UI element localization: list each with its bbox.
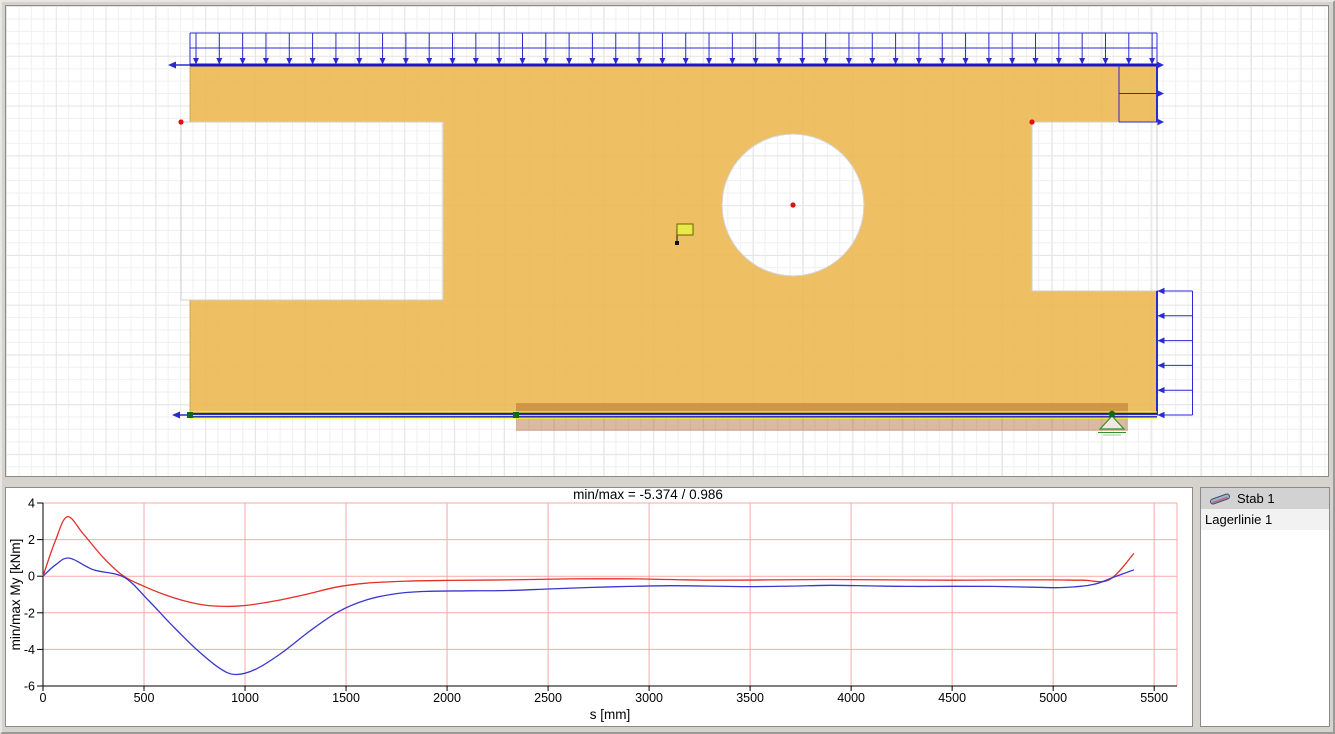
chart-ylabel: min/max My [kNm] [8,539,23,651]
result-object-list: Stab 1 Lagerlinie 1 [1200,487,1330,727]
svg-text:1000: 1000 [231,691,259,705]
model-view-panel[interactable] [5,5,1329,477]
result-chart: 4 2 0 -2 -4 -6 0 500 1000 1500 2000 2500 3000 3500 400… [6,488,1192,726]
beam-icon [1205,492,1235,505]
point[interactable] [178,119,183,124]
chart-tick-labels: 4 2 0 -2 -4 -6 0 500 1000 1500 2000 2500 3000 3500 400… [24,497,1168,706]
list-item-stab1[interactable]: Stab 1 [1201,488,1329,509]
beam-stab1[interactable] [190,414,1157,417]
lower-right-edge-load [1157,288,1193,418]
svg-text:-6: -6 [24,680,35,694]
right-opening-outline [1032,122,1157,291]
node[interactable] [187,412,193,418]
list-item-label: Stab 1 [1237,491,1275,506]
svg-text:4: 4 [28,497,35,511]
slab[interactable] [190,65,1157,415]
node[interactable] [513,412,519,418]
svg-text:500: 500 [134,691,155,705]
chart-xlabel: s [mm] [590,707,631,722]
svg-text:4500: 4500 [938,691,966,705]
svg-text:-2: -2 [24,606,35,620]
svg-text:4000: 4000 [837,691,865,705]
svg-text:3000: 3000 [635,691,663,705]
svg-text:2000: 2000 [433,691,461,705]
left-arrow-icons [1158,288,1165,418]
chart-axes [37,503,1177,691]
svg-text:2: 2 [28,533,35,547]
top-edge-left-arrow-icon [168,62,190,69]
svg-text:0: 0 [28,570,35,584]
down-arrow-icons [193,34,1155,65]
list-item-lagerlinie1[interactable]: Lagerlinie 1 [1201,509,1329,530]
chart-grid [43,503,1177,686]
svg-text:5000: 5000 [1039,691,1067,705]
svg-text:0: 0 [40,691,47,705]
svg-text:1500: 1500 [332,691,360,705]
svg-text:3500: 3500 [736,691,764,705]
svg-text:-4: -4 [24,643,35,657]
top-distributed-load [190,33,1157,65]
point[interactable] [790,202,795,207]
chart-series-blue [43,558,1134,675]
left-opening-outline [181,122,443,300]
svg-text:5500: 5500 [1140,691,1168,705]
result-diagram-panel: 4 2 0 -2 -4 -6 0 500 1000 1500 2000 2500 3000 3500 400… [5,487,1193,727]
svg-text:2500: 2500 [534,691,562,705]
model-canvas[interactable] [6,6,1328,476]
chart-series-red [43,517,1134,607]
chart-title: min/max = -5.374 / 0.986 [573,488,723,502]
list-item-label: Lagerlinie 1 [1205,512,1272,527]
point[interactable] [1029,119,1034,124]
